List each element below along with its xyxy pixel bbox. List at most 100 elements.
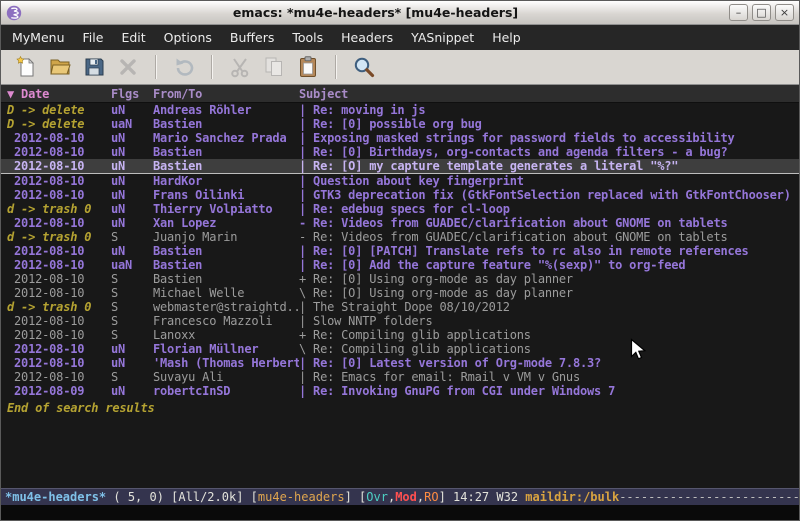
message-row[interactable]: 2012-08-10uN'Mash (Thomas Herbert)| Re: … xyxy=(1,356,799,370)
new-file-icon xyxy=(14,55,38,79)
message-row[interactable]: 2012-08-10SLanoxx+ Re: Compiling glib ap… xyxy=(1,328,799,342)
message-row[interactable]: 2012-08-09uNrobertcInSD| Re: Invoking Gn… xyxy=(1,384,799,398)
message-row[interactable]: 2012-08-10uNBastien| Re: [0] Birthdays, … xyxy=(1,145,799,159)
modeline-plain: ] xyxy=(439,489,453,505)
menu-item-tools[interactable]: Tools xyxy=(283,25,332,50)
column-header-subject[interactable]: Subject xyxy=(299,87,799,101)
message-date: 2012-08-10 xyxy=(7,258,111,272)
close-buffer-button xyxy=(111,52,145,82)
message-subject: | The Straight Dope 08/10/2012 xyxy=(299,300,799,314)
message-date: 2012-08-10 xyxy=(7,174,111,188)
title-bar[interactable]: emacs: *mu4e-headers* [mu4e-headers] – □… xyxy=(1,1,799,25)
message-subject: | Re: moving in js xyxy=(299,103,799,117)
menu-item-options[interactable]: Options xyxy=(155,25,221,50)
message-row[interactable]: D -> deleteuaNBastien| Re: [0] possible … xyxy=(1,117,799,131)
message-row[interactable]: d -> trash 0uNThierry Volpiatto| Re: ede… xyxy=(1,202,799,216)
minimize-button[interactable]: – xyxy=(729,4,748,21)
message-flags: uN xyxy=(111,103,153,117)
message-row[interactable]: d -> trash 0Swebmaster@straightd...| The… xyxy=(1,300,799,314)
paste-icon xyxy=(296,55,320,79)
search-button[interactable] xyxy=(347,52,381,82)
column-header-flags[interactable]: Flgs xyxy=(111,87,153,101)
message-row[interactable]: 2012-08-10uaNBastien| Re: [0] Add the ca… xyxy=(1,258,799,272)
undo-icon xyxy=(172,55,196,79)
message-row[interactable]: d -> trash 0SJuanjo Marin- Re: Videos fr… xyxy=(1,230,799,244)
message-subject: | Re: [0] Latest version of Org-mode 7.8… xyxy=(299,356,799,370)
modeline-plain: ] xyxy=(345,489,359,505)
menu-item-edit[interactable]: Edit xyxy=(112,25,154,50)
emacs-window: emacs: *mu4e-headers* [mu4e-headers] – □… xyxy=(0,0,800,521)
message-row[interactable]: 2012-08-10uNXan Lopez- Re: Videos from G… xyxy=(1,216,799,230)
message-row[interactable]: 2012-08-10SFrancesco Mazzoli| Slow NNTP … xyxy=(1,314,799,328)
paste-button[interactable] xyxy=(291,52,325,82)
message-from: HardKor xyxy=(153,174,299,188)
header-line: ▼ Date Flgs From/To Subject xyxy=(1,85,799,103)
column-header-date[interactable]: ▼ Date xyxy=(7,87,111,101)
menu-item-headers[interactable]: Headers xyxy=(332,25,402,50)
message-row[interactable]: 2012-08-10SMichael Welle\ Re: [O] Using … xyxy=(1,286,799,300)
message-subject: | Exposing masked strings for password f… xyxy=(299,131,799,145)
modeline-mode: mu4e-headers xyxy=(258,489,345,505)
open-folder-button[interactable] xyxy=(43,52,77,82)
mode-line: *mu4e-headers* ( 5, 0) [All/2.0k] [mu4e-… xyxy=(1,488,799,505)
message-date: 2012-08-10 xyxy=(7,188,111,202)
message-flags: uaN xyxy=(111,117,153,131)
message-flags: uN xyxy=(111,159,153,173)
menu-item-yasnippet[interactable]: YASnippet xyxy=(402,25,483,50)
message-date: 2012-08-10 xyxy=(7,131,111,145)
copy-icon xyxy=(262,55,286,79)
toolbar-separator xyxy=(211,55,213,79)
modeline-ro: RO xyxy=(424,489,438,505)
message-row[interactable]: 2012-08-10uNFrans Oilinki| GTK3 deprecat… xyxy=(1,188,799,202)
message-date: d -> trash 0 xyxy=(7,230,111,244)
message-from: Juanjo Marin xyxy=(153,230,299,244)
column-header-from[interactable]: From/To xyxy=(153,87,299,101)
message-flags: uN xyxy=(111,188,153,202)
message-flags: S xyxy=(111,314,153,328)
buffer-area[interactable]: ▼ Date Flgs From/To Subject D -> deleteu… xyxy=(1,85,799,488)
message-row[interactable]: 2012-08-10uNBastien| Re: [0] [PATCH] Tra… xyxy=(1,244,799,258)
message-date: 2012-08-10 xyxy=(7,370,111,384)
modeline-plain: [ xyxy=(359,489,366,505)
message-row[interactable]: 2012-08-10uNHardKor| Question about key … xyxy=(1,174,799,188)
modeline-plain: [ xyxy=(251,489,258,505)
message-from: Francesco Mazzoli xyxy=(153,314,299,328)
message-subject: \ Re: [O] Using org-mode as day planner xyxy=(299,286,799,300)
modeline-plain: , xyxy=(417,489,424,505)
modeline-plain: 14:27 W32 xyxy=(453,489,525,505)
close-button[interactable]: × xyxy=(775,4,794,21)
message-row[interactable]: D -> deleteuNAndreas Röhler| Re: moving … xyxy=(1,103,799,117)
maximize-button[interactable]: □ xyxy=(752,4,771,21)
message-from: Mario Sanchez Prada xyxy=(153,131,299,145)
message-flags: uN xyxy=(111,145,153,159)
message-from: Thierry Volpiatto xyxy=(153,202,299,216)
menu-item-file[interactable]: File xyxy=(74,25,113,50)
message-row[interactable]: 2012-08-10uNFlorian Müllner\ Re: Compili… xyxy=(1,342,799,356)
message-row-current[interactable]: 2012-08-10uNBastien| Re: [O] my capture … xyxy=(1,159,799,174)
message-from: Bastien xyxy=(153,145,299,159)
modeline-plain: ( 5, 0) [All/2.0k] xyxy=(106,489,251,505)
search-icon xyxy=(352,55,376,79)
message-date: 2012-08-10 xyxy=(7,159,111,173)
modeline-dashes: ----------------------------------------… xyxy=(619,489,799,505)
message-from: 'Mash (Thomas Herbert) xyxy=(153,356,299,370)
message-row[interactable]: 2012-08-10SSuvayu Ali| Re: Emacs for ema… xyxy=(1,370,799,384)
message-from: Frans Oilinki xyxy=(153,188,299,202)
message-subject: | Re: [0] possible org bug xyxy=(299,117,799,131)
toolbar-separator xyxy=(155,55,157,79)
message-subject: | Re: Invoking GnuPG from CGI under Wind… xyxy=(299,384,799,398)
save-button[interactable] xyxy=(77,52,111,82)
message-row[interactable]: 2012-08-10SBastien+ Re: [0] Using org-mo… xyxy=(1,272,799,286)
menu-item-buffers[interactable]: Buffers xyxy=(221,25,283,50)
message-from: Bastien xyxy=(153,159,299,173)
menu-item-mymenu[interactable]: MyMenu xyxy=(3,25,74,50)
message-from: webmaster@straightd... xyxy=(153,300,299,314)
message-subject: + Re: Compiling glib applications xyxy=(299,328,799,342)
echo-area[interactable] xyxy=(1,505,799,520)
new-file-button[interactable] xyxy=(9,52,43,82)
close-icon xyxy=(116,55,140,79)
menu-item-help[interactable]: Help xyxy=(483,25,530,50)
message-row[interactable]: 2012-08-10uNMario Sanchez Prada| Exposin… xyxy=(1,131,799,145)
message-flags: uN xyxy=(111,216,153,230)
message-from: Andreas Röhler xyxy=(153,103,299,117)
